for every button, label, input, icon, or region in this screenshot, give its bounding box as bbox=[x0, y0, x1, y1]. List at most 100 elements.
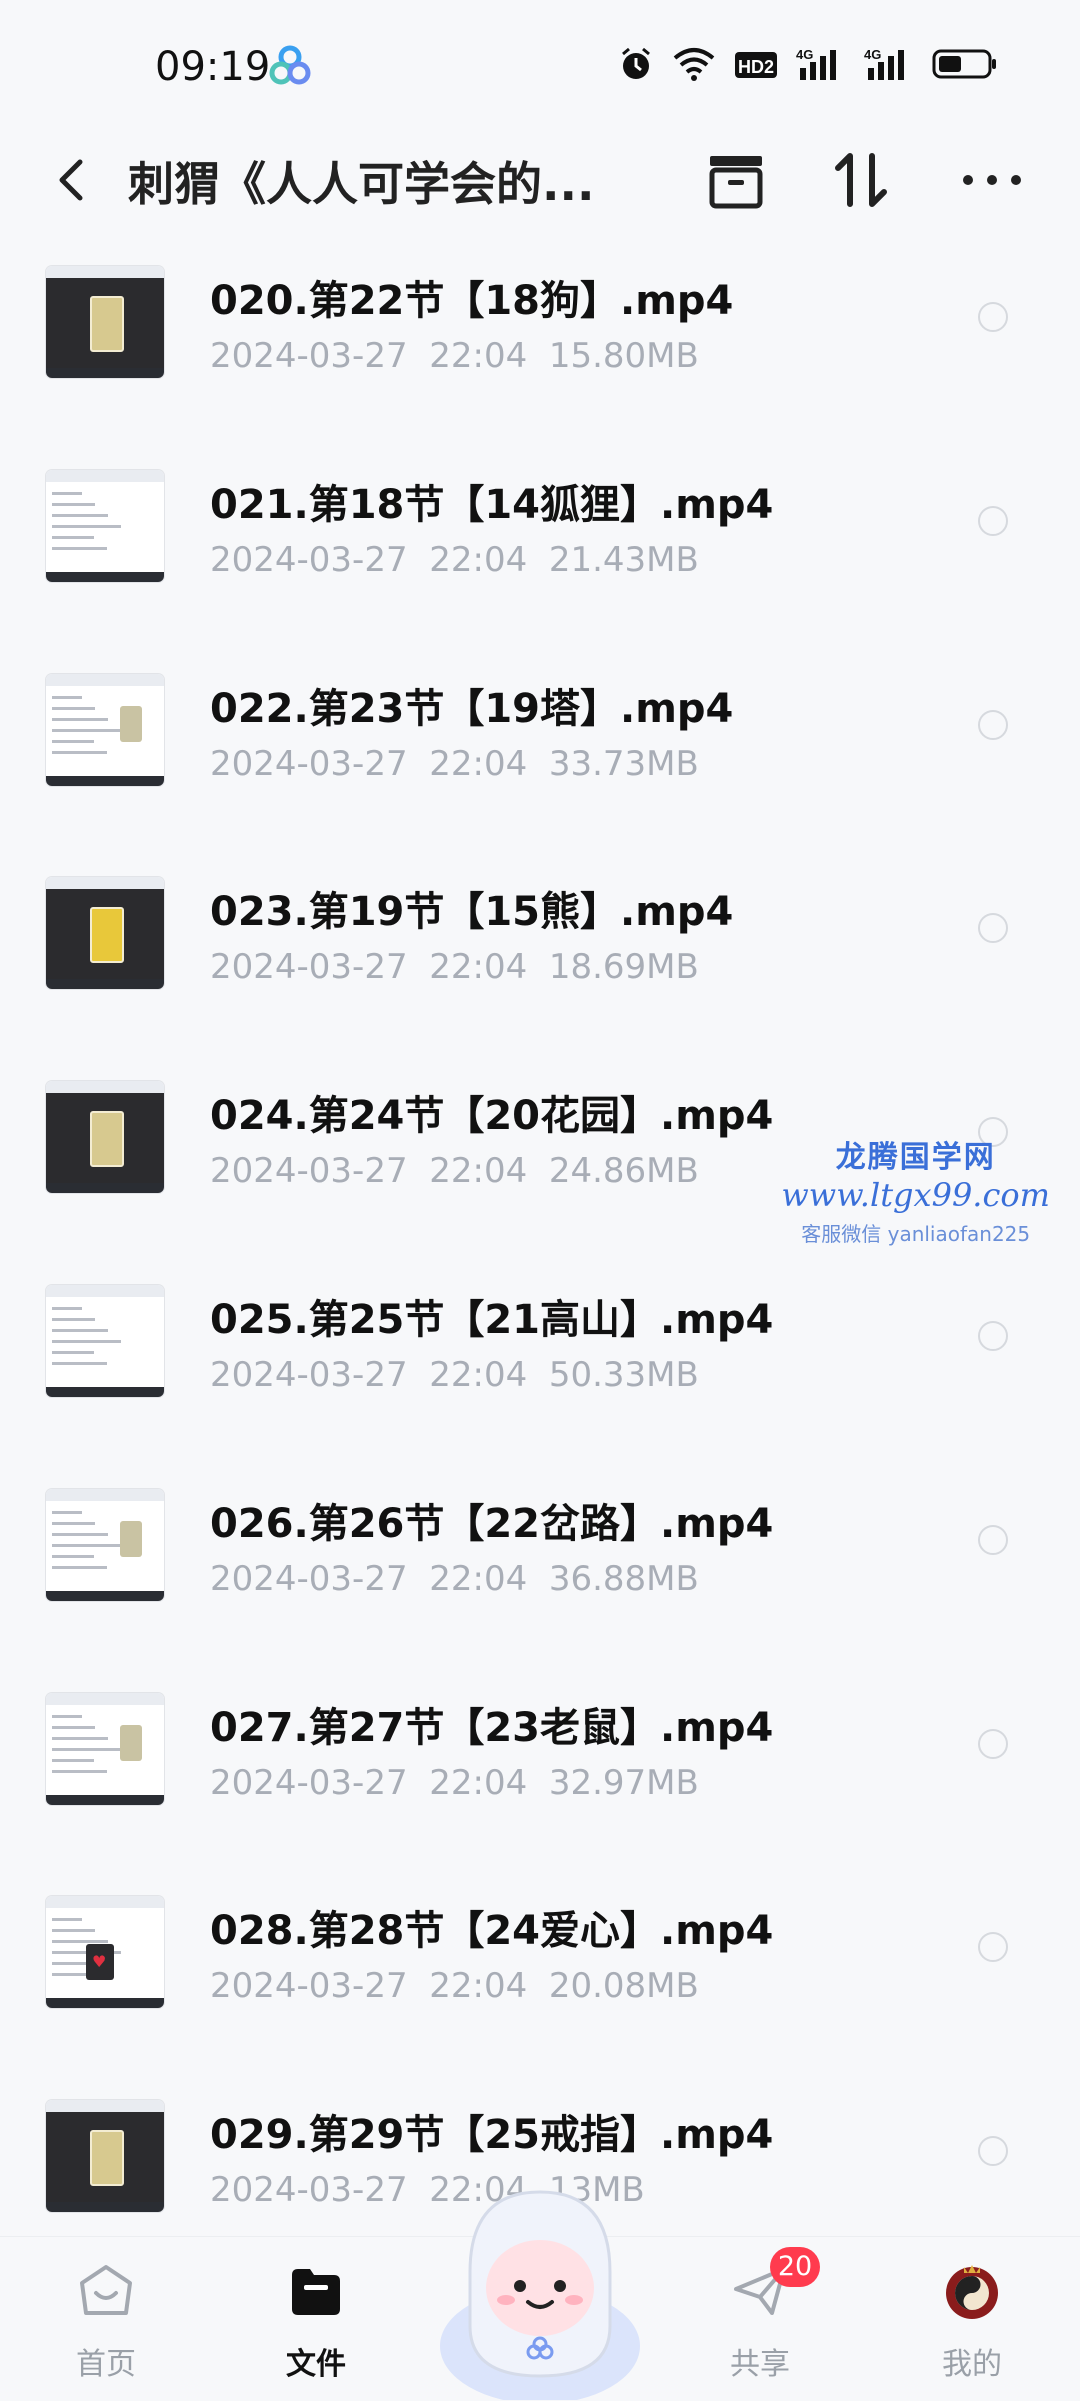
file-size: 50.33MB bbox=[548, 1354, 699, 1395]
file-row[interactable]: 021.第18节【14狐狸】.mp4 2024-03-27 22:04 21.43… bbox=[0, 462, 1080, 666]
file-row[interactable]: 023.第19节【15熊】.mp4 2024-03-27 22:04 18.69M… bbox=[0, 869, 1080, 1073]
thumb-text-line bbox=[52, 502, 95, 506]
thumb-text-line bbox=[52, 1758, 94, 1762]
svg-text:4G: 4G bbox=[796, 47, 813, 62]
thumb-text-line bbox=[52, 524, 121, 528]
tarot-card-image bbox=[120, 705, 142, 742]
select-checkbox[interactable] bbox=[978, 1932, 1008, 1963]
thumb-text-line bbox=[52, 491, 82, 495]
thumb-toolbar bbox=[46, 1081, 164, 1094]
tab-home[interactable]: 首页 bbox=[36, 2237, 176, 2401]
thumb-text-line bbox=[52, 1532, 108, 1536]
file-size: 32.97MB bbox=[548, 1762, 699, 1803]
thumb-taskbar bbox=[46, 979, 164, 990]
file-date: 2024-03-27 bbox=[210, 947, 408, 988]
thumb-text-line bbox=[52, 1725, 95, 1729]
folder-icon bbox=[292, 2269, 340, 2315]
wifi-icon bbox=[673, 48, 715, 81]
more-icon[interactable] bbox=[956, 144, 1028, 216]
watermark: 龙腾国学网 www.ltgx99.com 客服微信 yanliaofan225 bbox=[781, 1132, 1050, 1247]
file-time: 22:04 bbox=[429, 947, 528, 988]
thumb-toolbar bbox=[46, 469, 164, 482]
file-thumbnail bbox=[46, 266, 164, 378]
file-thumbnail bbox=[46, 469, 164, 582]
select-checkbox[interactable] bbox=[978, 709, 1008, 740]
thumb-text-line bbox=[52, 1736, 108, 1740]
file-thumbnail bbox=[46, 1081, 164, 1194]
tab-label: 首页 bbox=[76, 2347, 136, 2382]
select-checkbox[interactable] bbox=[978, 1524, 1008, 1555]
signal-4g-icon: 4G bbox=[796, 47, 836, 80]
thumb-text-line bbox=[52, 717, 108, 721]
select-checkbox[interactable] bbox=[978, 1320, 1008, 1351]
tab-me[interactable]: 我的 bbox=[902, 2237, 1042, 2401]
file-date: 2024-03-27 bbox=[210, 1354, 408, 1395]
select-checkbox[interactable] bbox=[978, 1728, 1008, 1759]
thumb-text-line bbox=[52, 1918, 82, 1922]
avatar-icon bbox=[946, 2265, 998, 2319]
file-time: 22:04 bbox=[429, 1354, 528, 1395]
tarot-card-image bbox=[90, 907, 124, 964]
thumb-text-line bbox=[52, 1565, 107, 1569]
file-list: 020.第22节【18狗】.mp4 2024-03-27 22:04 15.80M… bbox=[0, 258, 1080, 2296]
watermark-contact: 客服微信 yanliaofan225 bbox=[801, 1222, 1031, 1246]
select-checkbox[interactable] bbox=[978, 2136, 1008, 2167]
watermark-title: 龙腾国学网 bbox=[835, 1140, 996, 1175]
file-row[interactable]: 027.第27节【23老鼠】.mp4 2024-03-27 22:04 32.97… bbox=[0, 1685, 1080, 1889]
window-icon[interactable] bbox=[700, 144, 772, 216]
assistant-mascot-icon[interactable] bbox=[430, 2176, 650, 2400]
thumb-toolbar bbox=[46, 1692, 164, 1705]
nav-bar: 刺猬《人人可学会的... bbox=[0, 130, 1080, 230]
file-time: 22:04 bbox=[429, 1762, 528, 1803]
battery-icon bbox=[932, 49, 996, 79]
file-thumbnail bbox=[46, 1488, 164, 1601]
file-name: 027.第27节【23老鼠】.mp4 bbox=[210, 1704, 774, 1751]
tarot-card-image bbox=[90, 2130, 124, 2187]
file-row[interactable]: 026.第26节【22岔路】.mp4 2024-03-27 22:04 36.88… bbox=[0, 1481, 1080, 1685]
file-date: 2024-03-27 bbox=[210, 336, 408, 376]
thumb-text-line bbox=[52, 739, 94, 743]
file-meta: 2024-03-27 22:04 36.88MB bbox=[210, 1559, 699, 1599]
file-row[interactable]: 020.第22节【18狗】.mp4 2024-03-27 22:04 15.80M… bbox=[0, 258, 1080, 462]
thumb-taskbar bbox=[46, 775, 164, 786]
file-row[interactable]: ♥ 028.第28节【24爱心】.mp4 2024-03-27 22:04 20.0… bbox=[0, 1888, 1080, 2092]
file-size: 15.80MB bbox=[548, 336, 699, 376]
select-checkbox[interactable] bbox=[978, 302, 1008, 332]
back-icon[interactable] bbox=[46, 148, 102, 212]
thumb-text-line bbox=[52, 695, 82, 699]
thumb-text-line bbox=[52, 535, 94, 539]
thumb-text-line bbox=[52, 1940, 108, 1944]
file-time: 22:04 bbox=[429, 1151, 528, 1192]
select-checkbox[interactable] bbox=[978, 913, 1008, 944]
tab-share[interactable]: 20 共享 bbox=[690, 2237, 830, 2401]
file-meta: 2024-03-27 22:04 18.69MB bbox=[210, 947, 699, 987]
file-meta: 2024-03-27 22:04 50.33MB bbox=[210, 1355, 699, 1395]
file-name: 025.第25节【21高山】.mp4 bbox=[210, 1296, 774, 1343]
file-row[interactable]: 022.第23节【19塔】.mp4 2024-03-27 22:04 33.73M… bbox=[0, 666, 1080, 870]
thumb-taskbar bbox=[46, 1998, 164, 2009]
file-thumbnail bbox=[46, 1692, 164, 1805]
hd-icon: HD2 bbox=[735, 52, 777, 78]
thumb-toolbar bbox=[46, 1488, 164, 1501]
home-icon bbox=[80, 2265, 132, 2315]
thumb-text-line bbox=[52, 706, 95, 710]
status-icons: HD2 4G 4G bbox=[618, 46, 998, 82]
thumb-text-line bbox=[52, 513, 108, 517]
file-row[interactable]: 025.第25节【21高山】.mp4 2024-03-27 22:04 50.33… bbox=[0, 1277, 1080, 1481]
alarm-icon bbox=[622, 47, 650, 79]
file-date: 2024-03-27 bbox=[210, 743, 408, 784]
file-time: 22:04 bbox=[429, 1558, 528, 1599]
svg-text:HD2: HD2 bbox=[738, 57, 774, 77]
file-meta: 2024-03-27 22:04 33.73MB bbox=[210, 744, 699, 784]
file-size: 18.69MB bbox=[548, 947, 699, 988]
file-size: 24.86MB bbox=[548, 1151, 699, 1192]
file-date: 2024-03-27 bbox=[210, 1966, 408, 2007]
select-checkbox[interactable] bbox=[978, 505, 1008, 536]
tab-files[interactable]: 文件 bbox=[246, 2237, 386, 2401]
tab-label: 共享 bbox=[730, 2347, 790, 2382]
tab-label: 我的 bbox=[942, 2347, 1002, 2382]
thumb-taskbar bbox=[46, 1386, 164, 1397]
file-thumbnail bbox=[46, 1284, 164, 1397]
sort-icon[interactable] bbox=[826, 144, 898, 216]
file-name: 029.第29节【25戒指】.mp4 bbox=[210, 2112, 774, 2159]
